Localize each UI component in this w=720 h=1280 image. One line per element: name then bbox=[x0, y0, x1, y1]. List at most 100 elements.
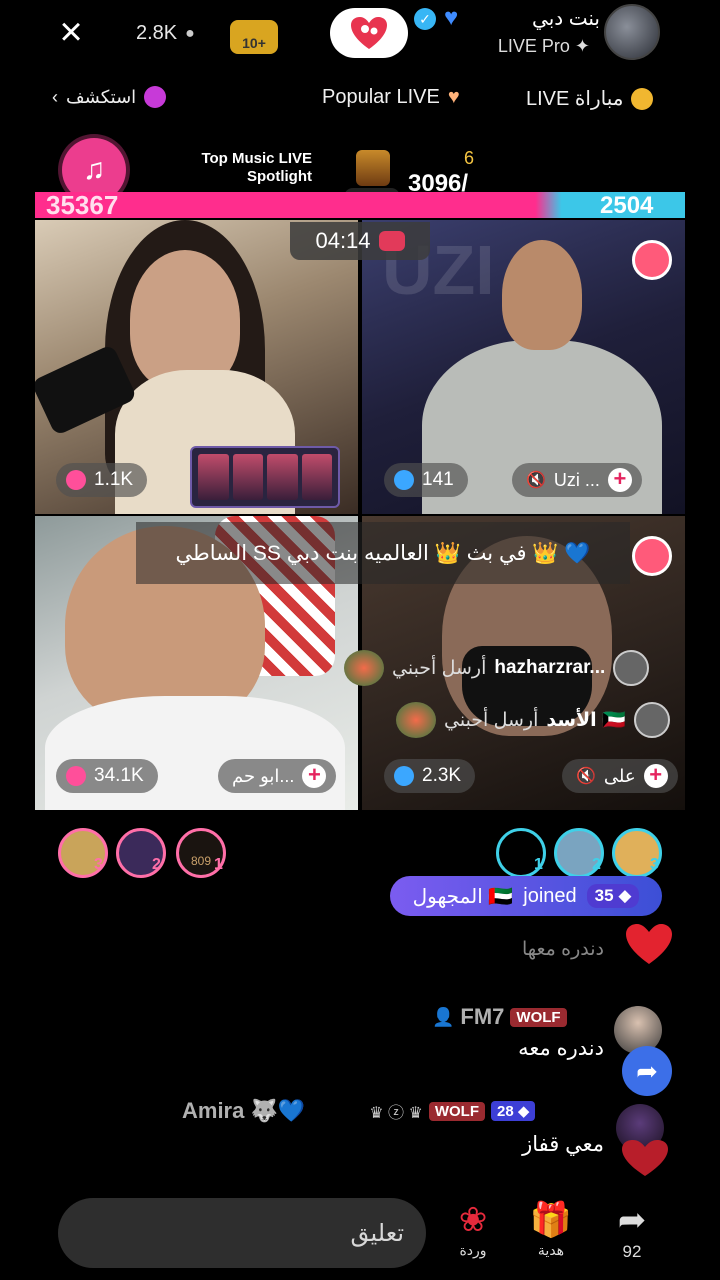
follow-plus-button[interactable]: + bbox=[643, 764, 668, 788]
wolf-tag-label: WOLF bbox=[516, 1008, 561, 1026]
close-button[interactable]: × bbox=[52, 12, 90, 52]
gift-message-name: الأسد 🇰🇼 bbox=[546, 710, 626, 731]
match-live-label: LIVE مباراة bbox=[526, 88, 624, 110]
gift-box-icon: 🎁 bbox=[529, 1201, 573, 1239]
heart-icon bbox=[351, 17, 387, 49]
gift-strip[interactable] bbox=[190, 446, 340, 508]
rank-badge[interactable]: 10+ bbox=[230, 20, 278, 54]
avatar bbox=[633, 702, 670, 738]
chat-message: دندره معه bbox=[518, 1037, 604, 1060]
trophy-icon bbox=[356, 150, 390, 186]
user-icon: 👤 bbox=[432, 1006, 455, 1027]
gift-item bbox=[198, 454, 229, 500]
gift-message-text: أرسل أحبني bbox=[392, 657, 487, 679]
gift-message-name: hazharzrar... bbox=[494, 657, 606, 678]
chat-message: معي قفاز bbox=[522, 1133, 604, 1156]
chat-username: Amira 🐺💙 bbox=[182, 1098, 306, 1123]
mute-icon[interactable]: 🔇 bbox=[576, 766, 596, 786]
rank-number: 6 bbox=[464, 148, 475, 168]
streamer-face bbox=[502, 240, 582, 350]
avatar bbox=[613, 650, 650, 686]
rank-badge-value: 10+ bbox=[242, 35, 266, 51]
tile-2-name: Uzi ... bbox=[553, 469, 600, 490]
gifter-rank: 3 bbox=[94, 856, 103, 873]
pk-countdown: 04:14 bbox=[290, 222, 430, 260]
rose-icon: ❀ bbox=[458, 1201, 488, 1239]
tile-4-name-pill[interactable]: 🔇 على + bbox=[562, 759, 678, 793]
host-avatar[interactable] bbox=[604, 4, 660, 60]
gift-button[interactable]: 🎁 هدية bbox=[526, 1200, 576, 1259]
joined-notification: المجهول 🇦🇪 joined 35 ◆ bbox=[390, 876, 662, 916]
alarm-icon bbox=[394, 470, 414, 490]
level-value: 35 bbox=[594, 886, 614, 905]
alarm-icon bbox=[66, 766, 86, 786]
chevron-left-icon: ‹ bbox=[52, 86, 58, 107]
chat-message: دندره معها bbox=[521, 939, 604, 960]
gift-icon bbox=[344, 650, 384, 686]
gift-icon bbox=[396, 702, 436, 738]
follow-plus-button[interactable]: + bbox=[607, 468, 632, 492]
rose-button[interactable]: ❀ وردة bbox=[448, 1200, 498, 1259]
tile-3-name: ابو حم... bbox=[232, 765, 295, 786]
tile-3-name-pill[interactable]: ابو حم... + bbox=[218, 759, 337, 793]
comment-placeholder: تعليق bbox=[350, 1219, 404, 1247]
chat-user-row[interactable]: 👤 FM7 WOLF bbox=[432, 1004, 567, 1030]
tile-2-count: 141 bbox=[422, 469, 454, 490]
popular-live-tab[interactable]: Popular LIVE ♥ bbox=[322, 86, 460, 109]
rose-label: وردة bbox=[459, 1242, 487, 1258]
spotlight-line1: Top Music LIVE bbox=[201, 150, 312, 167]
wolf-tag-label: WOLF bbox=[434, 1102, 480, 1120]
chat-user-row[interactable]: Amira 🐺💙 ♛ ⓩ ♛ WOLF 28 ◆ bbox=[182, 1098, 536, 1124]
spotlight-line2: Spotlight bbox=[247, 168, 312, 185]
wolf-tag: WOLF bbox=[510, 1007, 567, 1027]
match-icon bbox=[631, 87, 654, 110]
alarm-icon bbox=[66, 470, 86, 490]
match-live-tab[interactable]: LIVE مباراة bbox=[526, 86, 654, 111]
popular-live-label: Popular LIVE bbox=[322, 86, 440, 108]
tile-3-stat: 34.1K bbox=[56, 759, 158, 793]
crown-icons: ♛ ⓩ ♛ bbox=[369, 1105, 423, 1122]
heart-icon bbox=[626, 924, 672, 964]
tile-3-count: 34.1K bbox=[94, 765, 144, 786]
follow-plus-button[interactable]: + bbox=[302, 764, 327, 788]
alarm-icon bbox=[394, 766, 414, 786]
gifter-rank: 2 bbox=[152, 856, 161, 873]
heart-icon: ♥ bbox=[447, 86, 460, 108]
share-count: 92 bbox=[622, 1242, 642, 1261]
person-icon: ● bbox=[185, 24, 195, 42]
viewer-count[interactable]: 2.8K ● bbox=[136, 22, 195, 45]
mute-icon[interactable]: 🔇 bbox=[526, 470, 546, 490]
spotlight-label[interactable]: Top Music LIVE Spotlight bbox=[172, 150, 312, 186]
host-subtitle: LIVE Pro ✦ bbox=[497, 36, 590, 56]
gifter-rank: 1 bbox=[534, 856, 543, 873]
gifter-rank: 3 bbox=[650, 856, 659, 873]
host-name[interactable]: بنت دبي bbox=[418, 6, 600, 31]
pk-left-score: 35367 bbox=[46, 190, 119, 220]
gifter-rank: 2 bbox=[592, 856, 601, 873]
pk-progress-bar bbox=[35, 192, 685, 218]
gift-item bbox=[232, 454, 263, 500]
joined-name: المجهول 🇦🇪 bbox=[412, 885, 514, 908]
share-arrow-icon[interactable]: ➦ bbox=[622, 1046, 672, 1096]
pk-countdown-value: 04:14 bbox=[315, 228, 371, 253]
tile-1-count: 1.1K bbox=[94, 469, 134, 490]
share-button[interactable]: ➦ 92 bbox=[606, 1200, 658, 1262]
pk-right-score: 2504 bbox=[600, 192, 654, 219]
boxing-gloves-icon bbox=[378, 231, 405, 251]
tile-4-count: 2.3K bbox=[422, 765, 462, 786]
tile-1-stat: 1.1K bbox=[56, 463, 148, 497]
pk-badge-icon[interactable] bbox=[632, 240, 672, 280]
tile-2-name-pill[interactable]: 🔇 Uzi ... + bbox=[512, 463, 642, 497]
gift-item bbox=[267, 454, 298, 500]
viewer-count-value: 2.8K bbox=[136, 22, 178, 44]
explore-link[interactable]: ‹ استكشف bbox=[52, 86, 167, 108]
follow-button[interactable] bbox=[330, 8, 408, 58]
announcement-banner: الساطي SS في بث 👑 العالميه بنت دبي 👑 💙 bbox=[136, 522, 630, 584]
level-badge: 28 ◆ bbox=[491, 1101, 536, 1121]
pk-badge-icon[interactable] bbox=[632, 536, 672, 576]
heart-icon bbox=[622, 1140, 668, 1176]
comment-input[interactable]: تعليق bbox=[58, 1198, 426, 1268]
chat-username: FM7 bbox=[460, 1004, 505, 1029]
gift-message-text: أرسل أحبني bbox=[444, 709, 539, 731]
gift-item bbox=[301, 454, 332, 500]
